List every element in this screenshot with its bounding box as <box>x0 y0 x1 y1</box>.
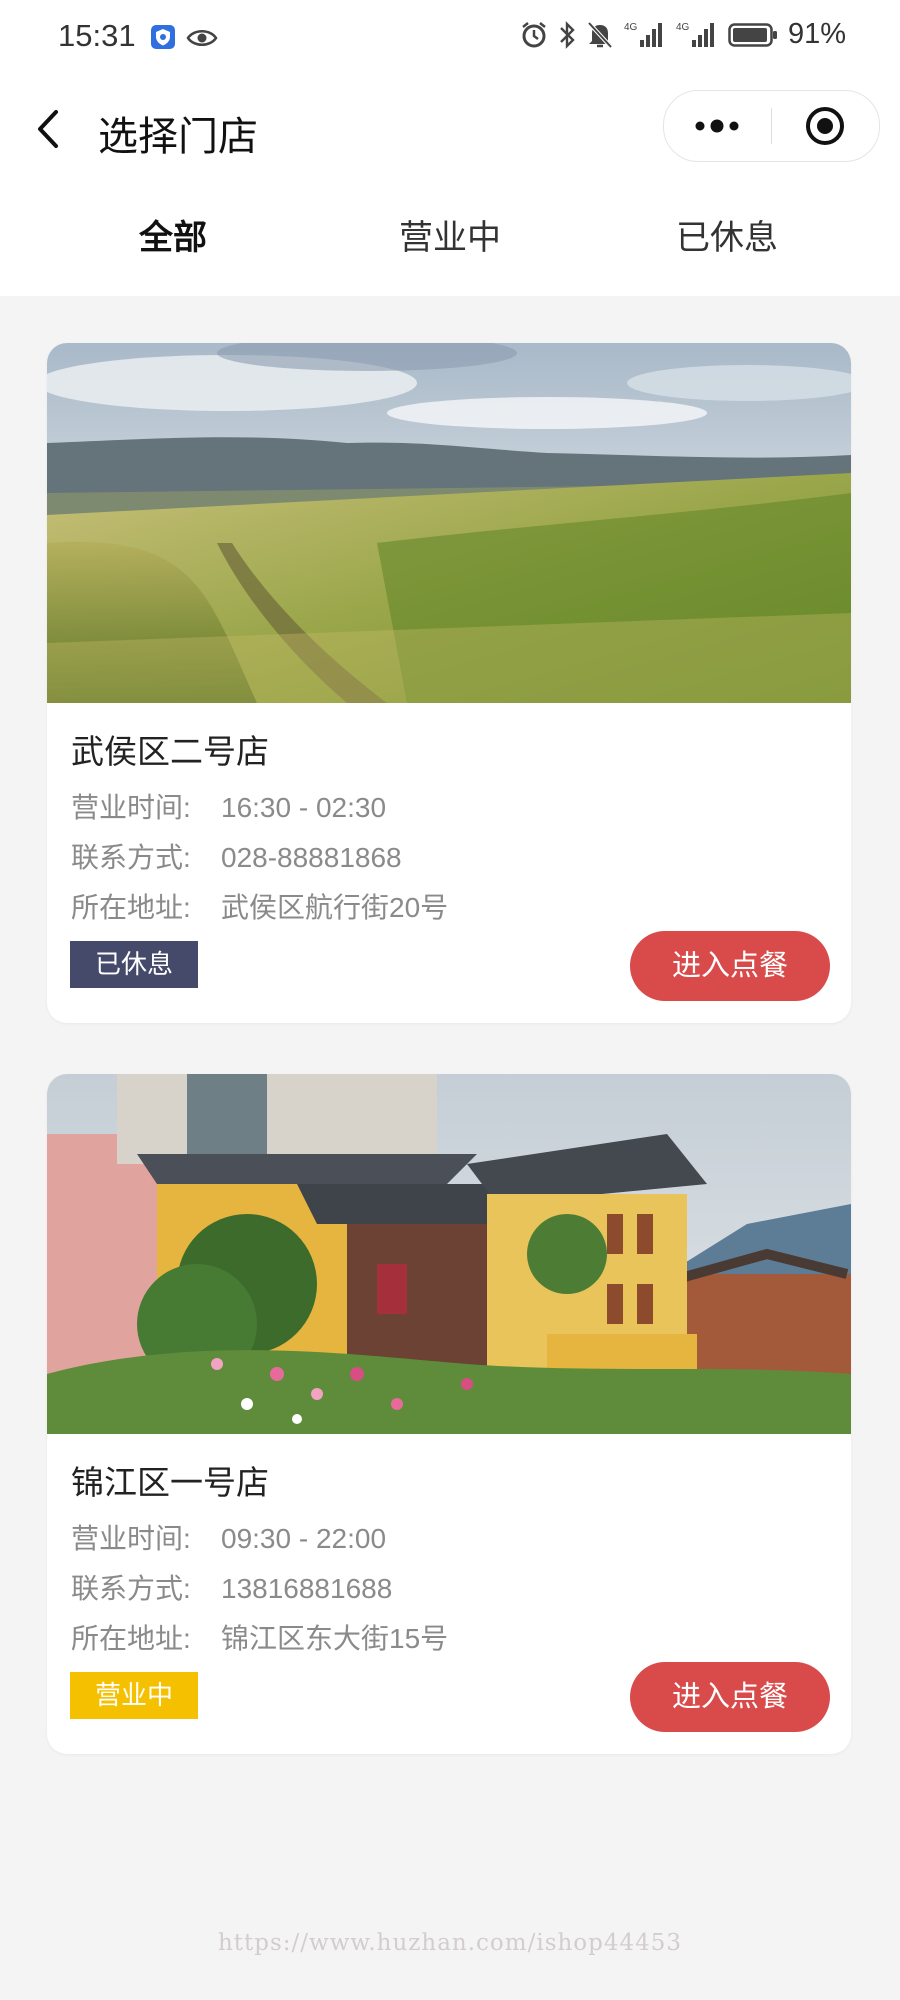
enter-order-button[interactable]: 进入点餐 <box>630 1662 830 1732</box>
hours-label: 营业时间: <box>71 1523 191 1554</box>
status-badge: 已休息 <box>70 941 198 988</box>
phone-label: 联系方式: <box>71 1573 191 1604</box>
store-address: 所在地址: 武侯区航行街20号 <box>71 886 448 926</box>
store-address: 所在地址: 锦江区东大街15号 <box>71 1617 448 1657</box>
tab-closed[interactable]: 已休息 <box>676 210 778 259</box>
store-hours: 营业时间: 09:30 - 22:00 <box>71 1517 386 1557</box>
target-icon[interactable] <box>772 91 879 161</box>
battery-icon <box>728 22 777 47</box>
store-hours: 营业时间: 16:30 - 02:30 <box>71 786 386 826</box>
status-time: 15:31 <box>58 18 136 53</box>
back-button[interactable] <box>30 104 70 154</box>
watermark-url: https://www.huzhan.com/ishop44453 <box>217 1930 683 1956</box>
store-name: 武侯区二号店 <box>71 733 269 770</box>
battery-percent: 91% <box>787 18 846 50</box>
page-title: 选择门店 <box>98 115 258 159</box>
store-card: 武侯区二号店 营业时间: 16:30 - 02:30 联系方式: 028-88881… <box>47 343 851 1023</box>
status-filter-tabs: 全部 营业中 已休息 <box>0 210 900 266</box>
tab-open[interactable]: 营业中 <box>399 210 501 259</box>
address-label: 所在地址: <box>71 892 191 923</box>
wheat-field-photo <box>47 343 851 703</box>
signal-4g-icon: 4G <box>676 22 714 47</box>
hours-value: 09:30 - 22:00 <box>221 1523 387 1554</box>
phone-value: 028-88881868 <box>221 842 402 873</box>
signal-4g-icon: 4G <box>624 22 662 47</box>
mini-program-capsule <box>663 90 880 162</box>
eye-icon <box>186 30 218 46</box>
village-house-photo <box>47 1074 851 1434</box>
store-card: 锦江区一号店 营业时间: 09:30 - 22:00 联系方式: 138168816… <box>47 1074 851 1754</box>
bluetooth-icon <box>560 20 575 49</box>
address-value: 锦江区东大街15号 <box>221 1623 449 1654</box>
alarm-icon <box>522 21 546 47</box>
svg-text:4G: 4G <box>676 22 690 33</box>
address-label: 所在地址: <box>71 1623 191 1654</box>
phone-label: 联系方式: <box>71 842 191 873</box>
more-dots-icon[interactable] <box>664 91 771 161</box>
mute-icon <box>587 21 613 48</box>
tab-all[interactable]: 全部 <box>139 210 207 259</box>
hours-value: 16:30 - 02:30 <box>221 792 387 823</box>
status-icons: 4G 4G 91% <box>520 18 846 51</box>
enter-order-button[interactable]: 进入点餐 <box>630 931 830 1001</box>
status-badge: 营业中 <box>70 1672 198 1719</box>
hours-label: 营业时间: <box>71 792 191 823</box>
address-value: 武侯区航行街20号 <box>221 892 449 923</box>
store-name: 锦江区一号店 <box>71 1464 269 1501</box>
store-phone: 联系方式: 028-88881868 <box>71 836 402 876</box>
svg-text:4G: 4G <box>624 22 638 33</box>
phone-value: 13816881688 <box>221 1573 393 1604</box>
shield-icon <box>151 25 175 49</box>
store-phone: 联系方式: 13816881688 <box>71 1567 392 1607</box>
